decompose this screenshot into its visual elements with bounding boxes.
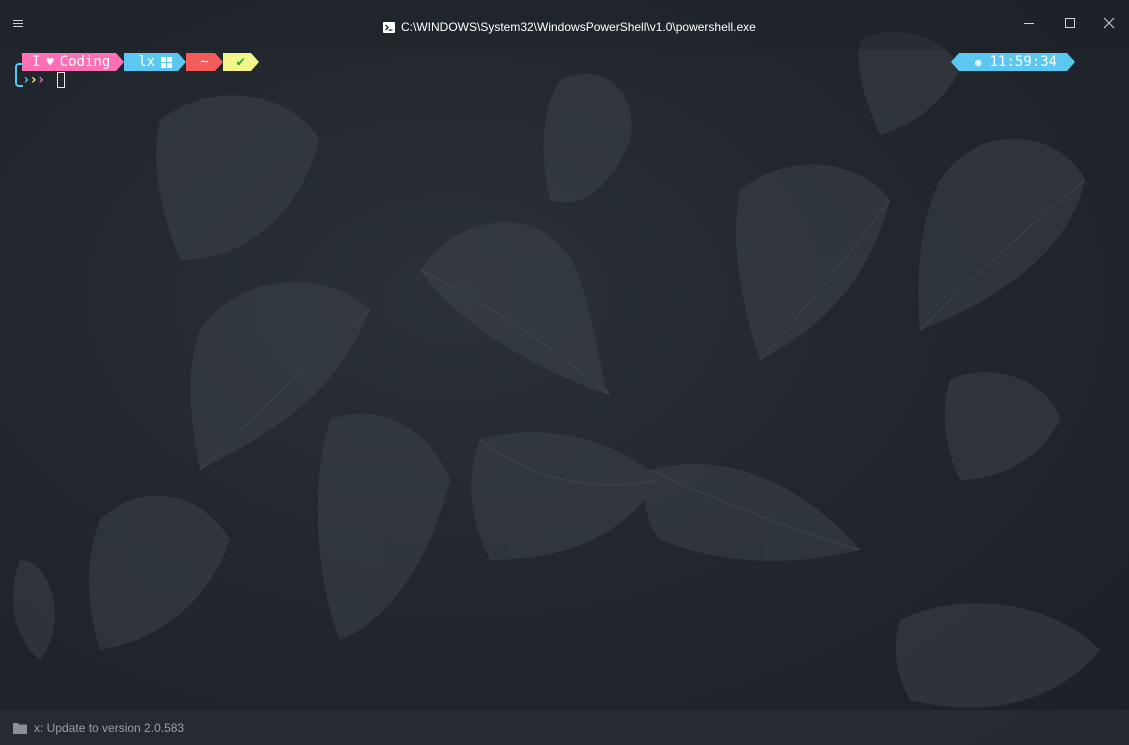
segment-arrow	[116, 53, 125, 71]
user-name: lx	[138, 54, 156, 70]
prompt-clock: ◉ 11:59:34	[950, 53, 1076, 71]
window-title: C:\WINDOWS\System32\WindowsPowerShell\v1…	[401, 20, 756, 34]
segment-arrow	[214, 53, 223, 71]
powershell-icon	[383, 21, 395, 33]
clock-icon: ◉	[975, 55, 982, 69]
status-bar: x: Update to version 2.0.583	[0, 710, 1129, 745]
close-icon[interactable]	[1102, 16, 1116, 30]
coding-prefix: I	[32, 54, 41, 70]
current-path: ~	[200, 54, 209, 70]
prompt-segments: I ♥ Coding lx ~ ✔	[22, 53, 259, 71]
windows-logo-icon	[161, 56, 173, 68]
clock-time: 11:59:34	[989, 54, 1058, 70]
terminal-window: C:\WINDOWS\System32\WindowsPowerShell\v1…	[0, 0, 1129, 745]
title-bar: C:\WINDOWS\System32\WindowsPowerShell\v1…	[0, 0, 1129, 50]
coding-label: Coding	[59, 54, 111, 70]
chevron-icon: ›	[36, 72, 46, 88]
window-title-group: C:\WINDOWS\System32\WindowsPowerShell\v1…	[383, 19, 756, 35]
hamburger-menu-icon[interactable]	[12, 17, 26, 31]
segment-arrow	[250, 53, 259, 71]
background-leaves-image	[12, 31, 1100, 708]
prompt-segment-path: ~	[186, 53, 223, 71]
prompt-segment-user: lx	[124, 53, 187, 71]
heart-icon: ♥	[46, 55, 54, 69]
minimize-icon[interactable]	[1022, 16, 1036, 30]
status-check-icon: ✔	[236, 54, 245, 70]
prompt-segment-coding: I ♥ Coding	[22, 53, 125, 71]
folder-icon	[13, 722, 27, 734]
maximize-icon[interactable]	[1063, 16, 1077, 30]
prompt-chevrons: ›››	[22, 72, 46, 88]
terminal-cursor[interactable]	[57, 72, 65, 88]
chevron-icon: ›	[29, 72, 38, 88]
status-message: x: Update to version 2.0.583	[34, 720, 185, 735]
prompt-segment-status: ✔	[222, 53, 259, 71]
segment-arrow	[178, 53, 187, 71]
